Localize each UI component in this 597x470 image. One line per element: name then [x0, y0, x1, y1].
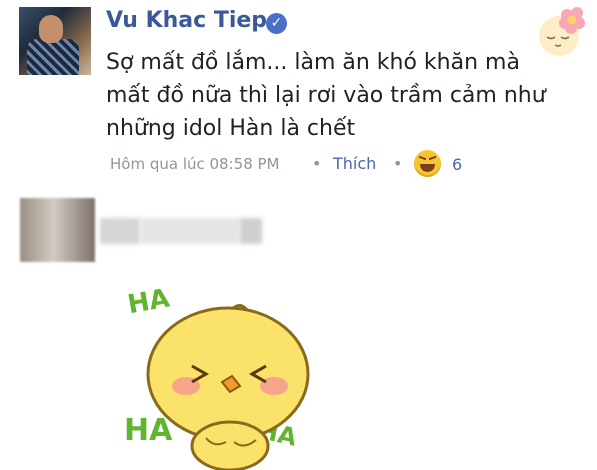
post-timestamp[interactable]: Hôm qua lúc 08:58 PM: [110, 155, 280, 173]
emoji-eye: [429, 155, 436, 164]
sticker-ha-word: HA: [124, 413, 173, 448]
emoji-eye: [419, 155, 426, 164]
haha-chick-sticker: HA HA HA: [124, 283, 310, 470]
blurred-commenter-name: [140, 218, 240, 244]
post-text: Sợ mất đồ lắm... làm ăn khó khăn mà mất …: [106, 50, 546, 141]
separator-dot: •: [393, 154, 403, 173]
sticker-ha-word: HA: [125, 283, 171, 320]
blurred-commenter-name: [240, 218, 262, 244]
avatar-shirt: [27, 39, 79, 75]
author-name[interactable]: Vu Khac Tiep: [106, 8, 267, 33]
blurred-commenter-name: [100, 218, 140, 244]
reaction-count[interactable]: 6: [452, 155, 462, 174]
verified-badge-icon: ✓: [266, 13, 287, 34]
haha-icon[interactable]: [414, 150, 441, 177]
avatar-face: [39, 15, 63, 43]
flower-sticker-icon: [539, 7, 585, 56]
separator-dot: •: [312, 154, 322, 173]
emoji-mouth: [420, 164, 435, 172]
author-avatar[interactable]: [19, 7, 91, 75]
commenter-avatar[interactable]: [20, 198, 95, 262]
like-button[interactable]: Thích: [333, 154, 376, 173]
